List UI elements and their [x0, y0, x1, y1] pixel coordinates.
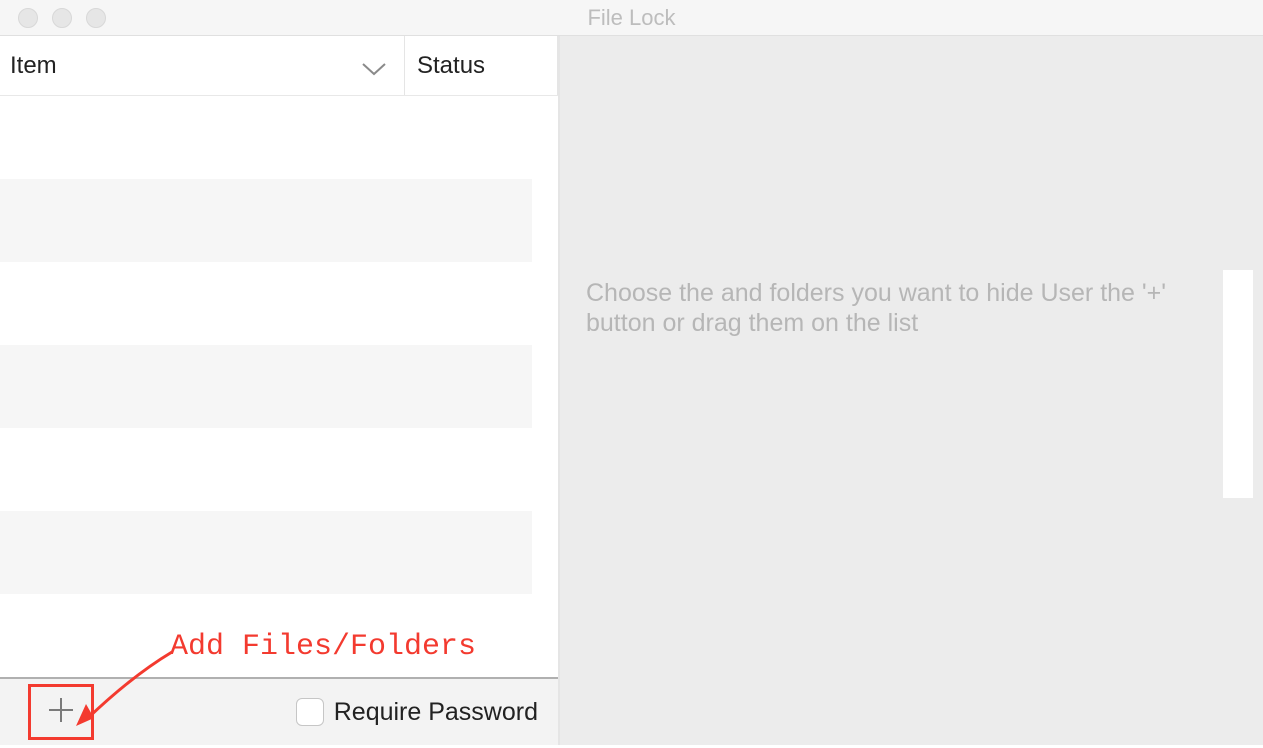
content-area: Item Status: [0, 36, 1263, 745]
require-password-label: Require Password: [334, 698, 538, 727]
column-header-item-label: Item: [10, 52, 57, 80]
table-row[interactable]: [0, 179, 532, 262]
column-header-status[interactable]: Status: [405, 36, 558, 95]
table-row[interactable]: [0, 428, 532, 511]
require-password-checkbox[interactable]: Require Password: [296, 698, 538, 727]
add-button[interactable]: [28, 684, 94, 740]
left-panel: Item Status: [0, 36, 560, 745]
table-row[interactable]: [0, 594, 532, 677]
scrollbar-track[interactable]: [1223, 270, 1253, 498]
plus-icon: [46, 695, 76, 730]
zoom-window-button[interactable]: [86, 8, 106, 28]
table-header: Item Status: [0, 36, 558, 96]
table-body[interactable]: [0, 96, 558, 677]
table-row[interactable]: [0, 96, 532, 179]
window-title: File Lock: [0, 5, 1263, 31]
column-header-item[interactable]: Item: [0, 36, 405, 95]
window-controls: [18, 8, 106, 28]
column-header-status-label: Status: [417, 52, 485, 80]
table-row[interactable]: [0, 262, 532, 345]
table-row[interactable]: [0, 511, 532, 594]
close-window-button[interactable]: [18, 8, 38, 28]
right-panel: Choose the and folders you want to hide …: [560, 36, 1263, 745]
table-row[interactable]: [0, 345, 532, 428]
bottom-toolbar: Require Password: [0, 677, 558, 745]
chevron-down-icon: [360, 57, 388, 75]
app-window: File Lock Item Status: [0, 0, 1263, 745]
checkbox-box[interactable]: [296, 698, 324, 726]
titlebar: File Lock: [0, 0, 1263, 36]
empty-state-hint: Choose the and folders you want to hide …: [586, 278, 1203, 338]
minimize-window-button[interactable]: [52, 8, 72, 28]
